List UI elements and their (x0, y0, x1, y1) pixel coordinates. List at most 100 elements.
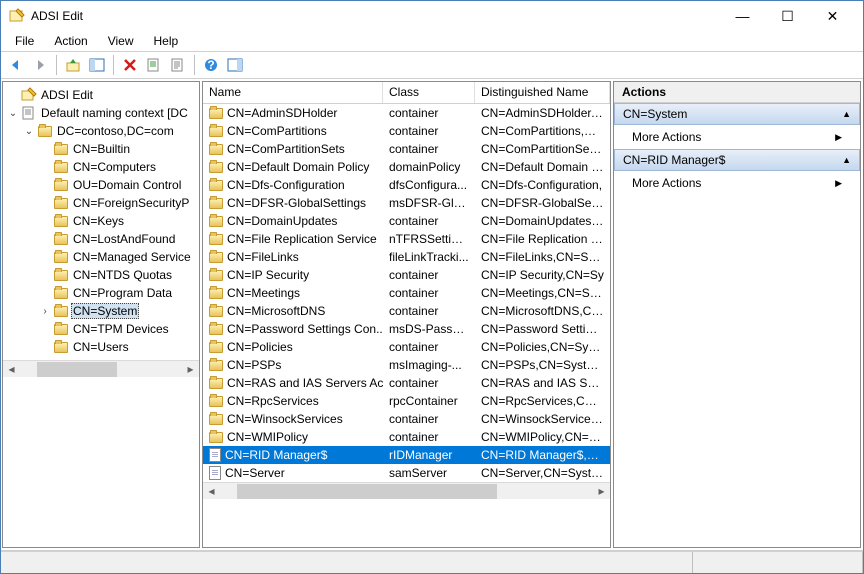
tree-node[interactable]: CN=TPM Devices (5, 320, 197, 338)
maximize-button[interactable]: ☐ (765, 2, 810, 30)
help-button[interactable]: ? (200, 54, 222, 76)
list-horizontal-scrollbar[interactable]: ◂▸ (203, 482, 610, 499)
back-button[interactable] (5, 54, 27, 76)
list-row[interactable]: CN=WinsockServicescontainerCN=WinsockSer… (203, 410, 610, 428)
tree-dc-node[interactable]: ⌄DC=contoso,DC=com (5, 122, 197, 140)
more-actions-system[interactable]: More Actions ▶ (614, 125, 860, 149)
menu-bar: File Action View Help (1, 31, 863, 51)
folder-icon (53, 141, 69, 157)
list-row[interactable]: CN=Default Domain PolicydomainPolicyCN=D… (203, 158, 610, 176)
menu-action[interactable]: Action (46, 32, 95, 50)
list-row[interactable]: CN=FileLinksfileLinkTracki...CN=FileLink… (203, 248, 610, 266)
minimize-button[interactable]: — (720, 2, 765, 30)
cell-dn: CN=Default Domain Po (475, 160, 610, 174)
actions-title: Actions (614, 82, 860, 103)
list-row[interactable]: CN=PoliciescontainerCN=Policies,CN=Syste… (203, 338, 610, 356)
tree-node[interactable]: ›CN=System (5, 302, 197, 320)
list-row[interactable]: CN=ComPartitionSetscontainerCN=ComPartit… (203, 140, 610, 158)
actions-section-rid-manager[interactable]: CN=RID Manager$ ▲ (614, 149, 860, 171)
tree-node[interactable]: CN=Builtin (5, 140, 197, 158)
tree-node[interactable]: CN=ForeignSecurityP (5, 194, 197, 212)
list-row[interactable]: CN=Password Settings Con...msDS-Passw...… (203, 320, 610, 338)
tree-node[interactable]: CN=Keys (5, 212, 197, 230)
tree-node[interactable]: CN=LostAndFound (5, 230, 197, 248)
cell-name: CN=ComPartitions (227, 124, 327, 138)
list-row[interactable]: CN=MicrosoftDNScontainerCN=MicrosoftDNS,… (203, 302, 610, 320)
toolbar-separator (113, 55, 114, 75)
tree-node[interactable]: CN=Computers (5, 158, 197, 176)
tree-node-label: OU=Domain Control (71, 178, 183, 192)
list-row[interactable]: CN=MeetingscontainerCN=Meetings,CN=Syste (203, 284, 610, 302)
cell-class: container (383, 412, 475, 426)
status-bar (1, 551, 863, 573)
tree-node[interactable]: OU=Domain Control (5, 176, 197, 194)
cell-dn: CN=IP Security,CN=Sy (475, 268, 610, 282)
cell-name: CN=IP Security (227, 268, 309, 282)
cell-dn: CN=Password Settings C (475, 322, 610, 336)
cell-name: CN=Default Domain Policy (227, 160, 369, 174)
delete-button[interactable] (119, 54, 141, 76)
expander-icon[interactable]: ⌄ (7, 108, 19, 119)
list-row[interactable]: CN=RAS and IAS Servers Ac...containerCN=… (203, 374, 610, 392)
cell-class: container (383, 142, 475, 156)
list-row[interactable]: CN=File Replication ServicenTFRSSettings… (203, 230, 610, 248)
tree-node[interactable]: CN=Users (5, 338, 197, 356)
tree-horizontal-scrollbar[interactable]: ◂▸ (3, 360, 199, 377)
list-row[interactable]: CN=PSPsmsImaging-...CN=PSPs,CN=System,D (203, 356, 610, 374)
menu-view[interactable]: View (100, 32, 142, 50)
cell-name: CN=RpcServices (227, 394, 319, 408)
column-header-class[interactable]: Class (383, 82, 475, 103)
list-row[interactable]: CN=RpcServicesrpcContainerCN=RpcServices… (203, 392, 610, 410)
submenu-icon: ▶ (835, 132, 842, 143)
toolbar-separator (194, 55, 195, 75)
folder-icon (53, 195, 69, 211)
tree-node-label: CN=Keys (71, 214, 126, 228)
menu-file[interactable]: File (7, 32, 42, 50)
menu-help[interactable]: Help (146, 32, 187, 50)
properties-button[interactable] (167, 54, 189, 76)
list-row[interactable]: CN=Dfs-ConfigurationdfsConfigura...CN=Df… (203, 176, 610, 194)
document-icon (209, 466, 221, 480)
list-row[interactable]: CN=DFSR-GlobalSettingsmsDFSR-Glo...CN=DF… (203, 194, 610, 212)
list-row[interactable]: CN=AdminSDHoldercontainerCN=AdminSDHolde… (203, 104, 610, 122)
tree-pane[interactable]: ADSI Edit⌄Default naming context [DC⌄DC=… (2, 81, 200, 548)
cell-class: msImaging-... (383, 358, 475, 372)
list-row[interactable]: CN=IP SecuritycontainerCN=IP Security,CN… (203, 266, 610, 284)
list-row[interactable]: CN=ComPartitionscontainerCN=ComPartition… (203, 122, 610, 140)
tree-node-label: CN=NTDS Quotas (71, 268, 174, 282)
more-actions-label: More Actions (632, 130, 701, 144)
cell-name: CN=WinsockServices (227, 412, 343, 426)
list-row[interactable]: CN=ServersamServerCN=Server,CN=System, (203, 464, 610, 482)
more-actions-rid-manager[interactable]: More Actions ▶ (614, 171, 860, 195)
forward-button[interactable] (29, 54, 51, 76)
show-hide-tree-button[interactable] (86, 54, 108, 76)
cell-name: CN=AdminSDHolder (227, 106, 337, 120)
close-button[interactable]: ✕ (810, 2, 855, 30)
show-hide-action-pane-button[interactable] (224, 54, 246, 76)
tree-root[interactable]: ADSI Edit (5, 86, 197, 104)
cell-name: CN=WMIPolicy (227, 430, 308, 444)
column-header-name[interactable]: Name (203, 82, 383, 103)
expander-icon[interactable]: › (39, 306, 51, 317)
cell-dn: CN=DomainUpdates,CN (475, 214, 610, 228)
cell-name: CN=MicrosoftDNS (227, 304, 325, 318)
cell-name: CN=RAS and IAS Servers Ac... (227, 376, 383, 390)
tree-node[interactable]: CN=Program Data (5, 284, 197, 302)
up-button[interactable] (62, 54, 84, 76)
submenu-icon: ▶ (835, 178, 842, 189)
list-header[interactable]: Name Class Distinguished Name (203, 82, 610, 104)
tree-naming-context[interactable]: ⌄Default naming context [DC (5, 104, 197, 122)
actions-section-system[interactable]: CN=System ▲ (614, 103, 860, 125)
collapse-icon: ▲ (842, 109, 851, 119)
toolbar: ? (1, 51, 863, 79)
refresh-button[interactable] (143, 54, 165, 76)
list-pane[interactable]: Name Class Distinguished Name CN=AdminSD… (202, 81, 611, 548)
tree-node[interactable]: CN=Managed Service (5, 248, 197, 266)
tree-node[interactable]: CN=NTDS Quotas (5, 266, 197, 284)
expander-icon[interactable]: ⌄ (23, 126, 35, 137)
cell-class: container (383, 340, 475, 354)
list-row[interactable]: CN=RID Manager$rIDManagerCN=RID Manager$… (203, 446, 610, 464)
column-header-dn[interactable]: Distinguished Name (475, 82, 610, 103)
list-row[interactable]: CN=DomainUpdatescontainerCN=DomainUpdate… (203, 212, 610, 230)
list-row[interactable]: CN=WMIPolicycontainerCN=WMIPolicy,CN=Sys (203, 428, 610, 446)
